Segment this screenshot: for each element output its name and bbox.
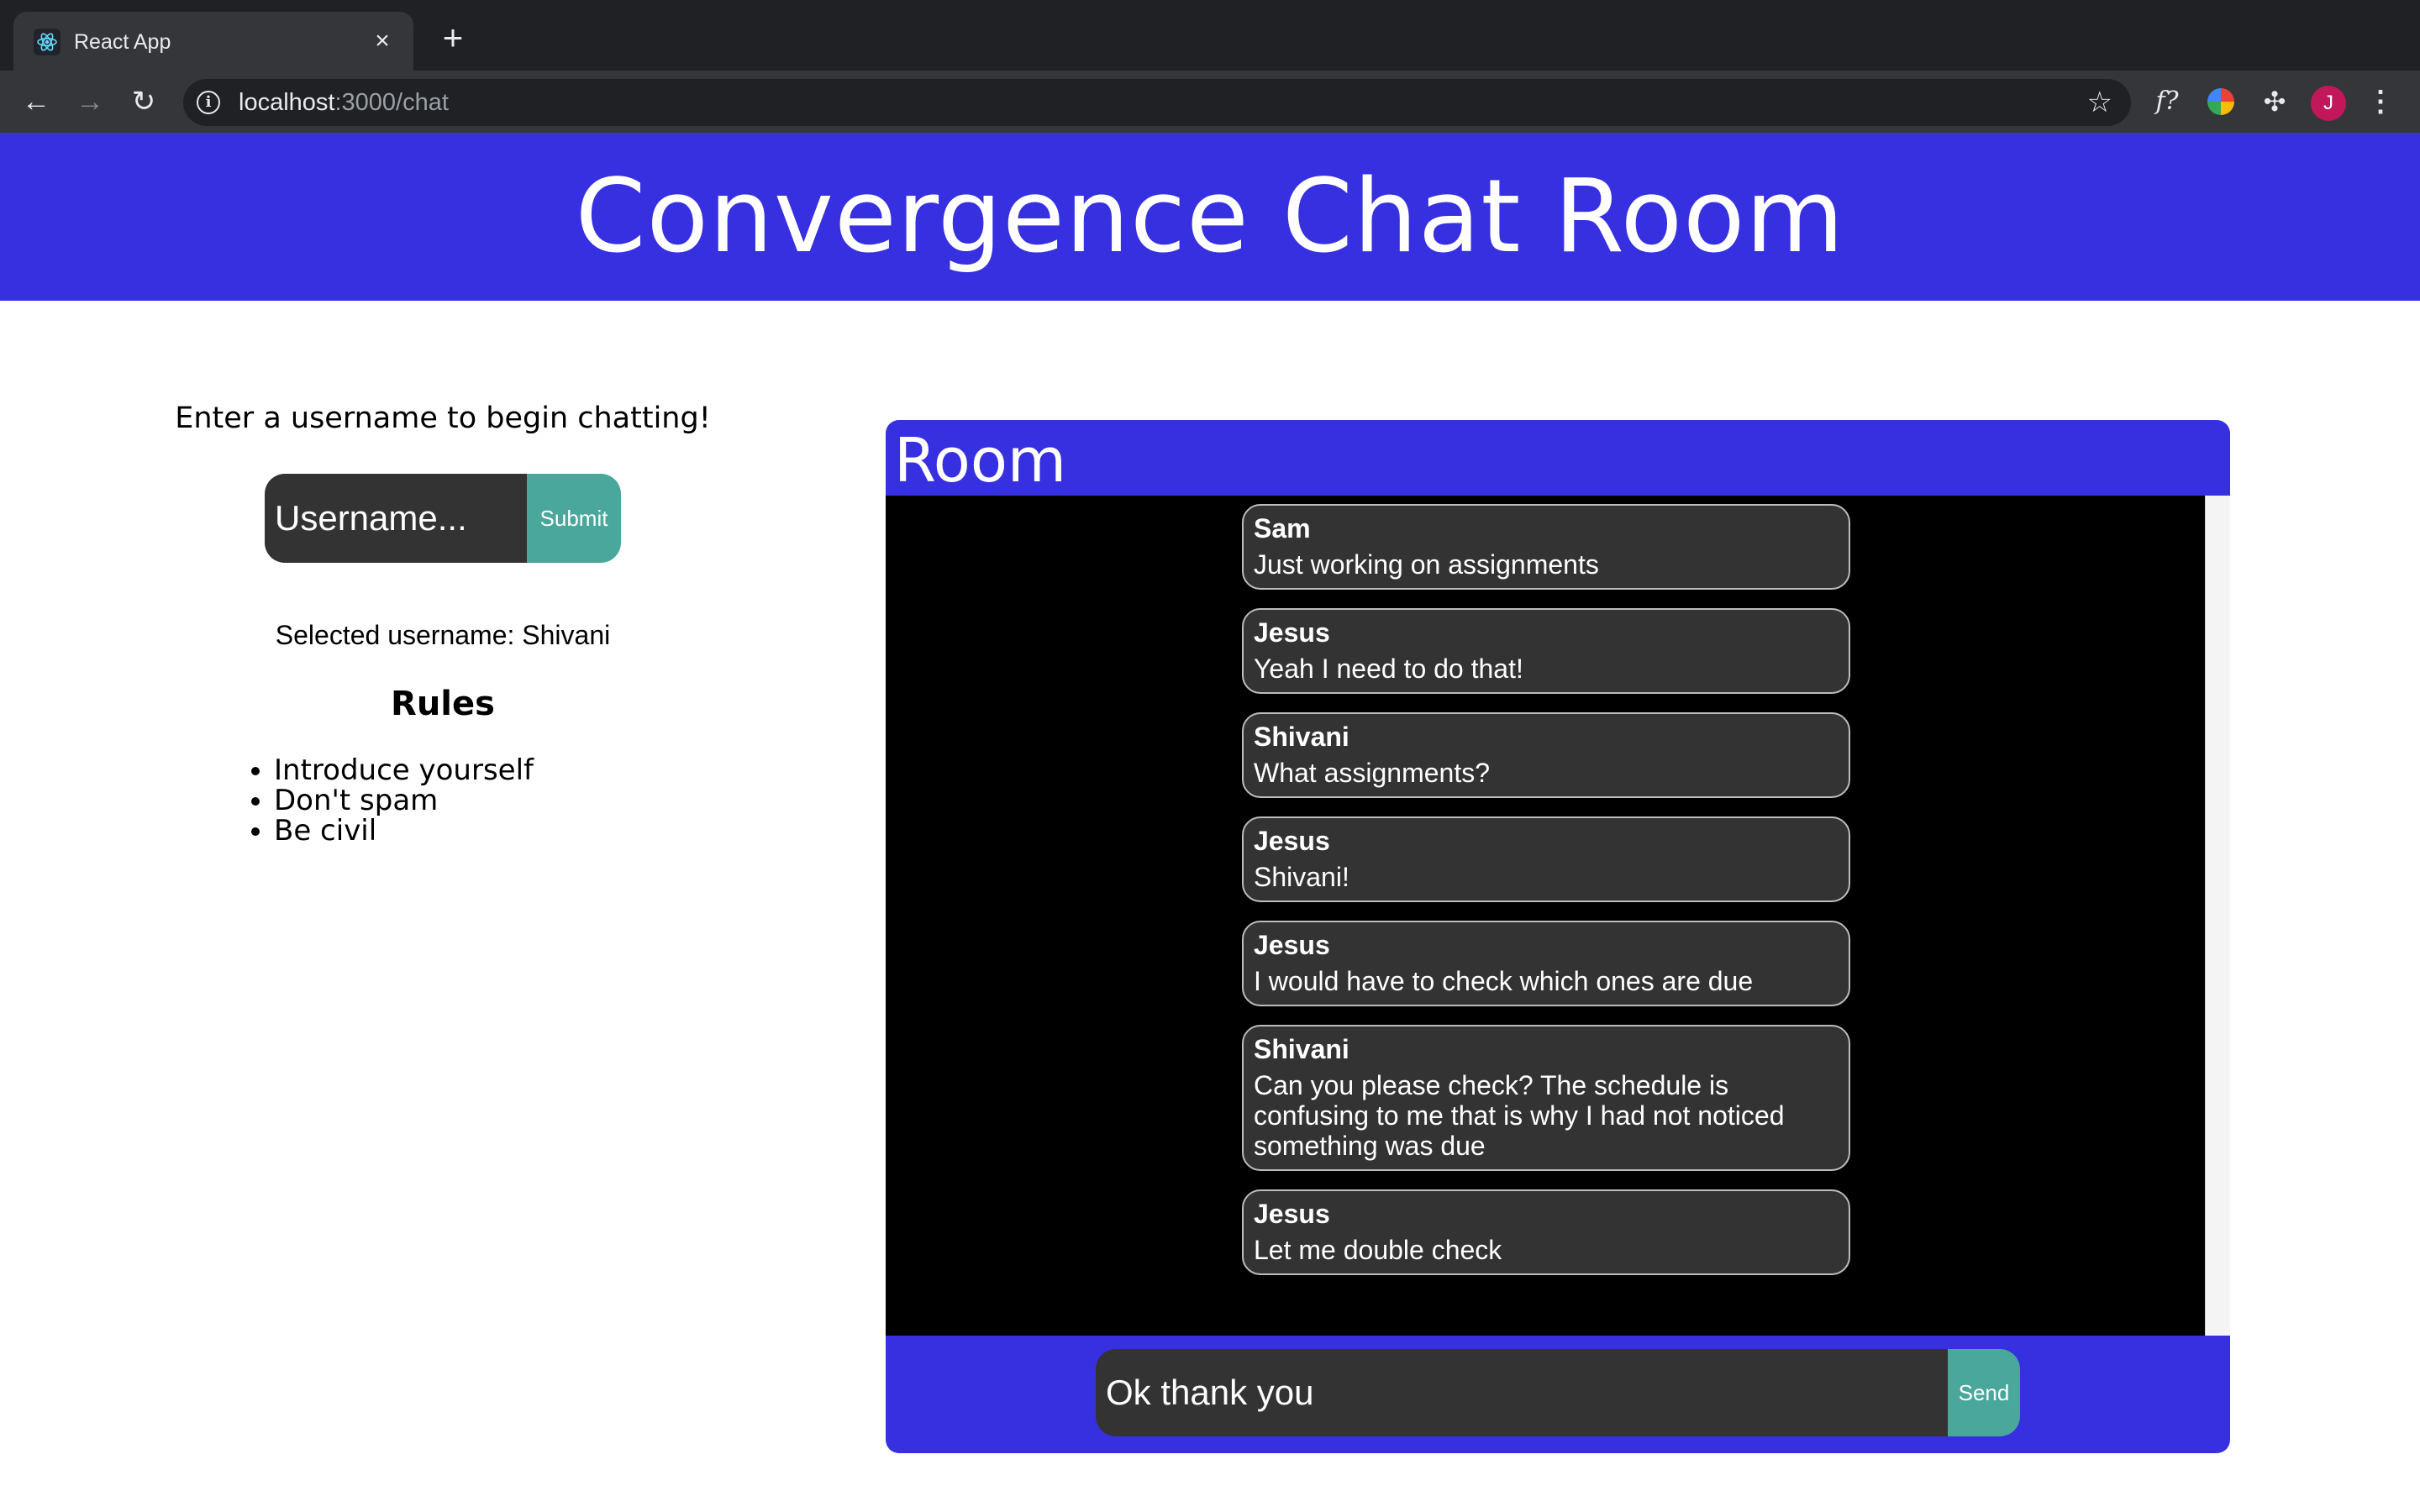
rule-item: Be civil <box>274 816 785 846</box>
avatar[interactable]: J <box>2311 86 2346 121</box>
message-text: What assignments? <box>1254 758 1491 788</box>
rules-list: Introduce yourself Don't spam Be civil <box>255 755 785 846</box>
username-prompt: Enter a username to begin chatting! <box>175 402 711 435</box>
message-bubble: Sam Just working on assignments <box>1242 504 1850 590</box>
message-bubble: Shivani What assignments? <box>1242 712 1850 798</box>
rules-title: Rules <box>391 685 495 723</box>
message-text: Shivani! <box>1254 862 1349 892</box>
message-author: Jesus <box>1254 826 1330 856</box>
forward-arrow-icon[interactable]: → <box>71 82 109 121</box>
chat-room: Room Sam Just working on assignments Jes… <box>886 420 2230 1453</box>
message-author: Jesus <box>1254 930 1330 960</box>
message-author: Shivani <box>1254 722 1349 752</box>
message-scrollbar[interactable] <box>2205 496 2230 1336</box>
message-list: Sam Just working on assignments Jesus Ye… <box>1242 504 1850 1294</box>
message-author: Sam <box>1254 513 1311 543</box>
star-icon[interactable]: ☆ <box>2087 86 2112 119</box>
info-icon[interactable]: i <box>197 91 220 114</box>
submit-button[interactable]: Submit <box>527 474 621 563</box>
message-bubble: Jesus Yeah I need to do that! <box>1242 608 1850 694</box>
browser-toolbar: ← → ↻ i localhost:3000/chat ☆ f? ✣ J ⋮ <box>0 71 2420 133</box>
message-bubble: Jesus I would have to check which ones a… <box>1242 921 1850 1006</box>
message-bubble: Jesus Let me double check <box>1242 1189 1850 1275</box>
message-input[interactable] <box>1096 1349 1953 1436</box>
back-arrow-icon[interactable]: ← <box>17 82 55 121</box>
message-area: Sam Just working on assignments Jesus Ye… <box>886 496 2230 1336</box>
message-text: Can you please check? The schedule is co… <box>1254 1070 1785 1161</box>
message-text: I would have to check which ones are due <box>1254 966 1754 996</box>
message-author: Shivani <box>1254 1034 1349 1064</box>
message-bubble: Jesus Shivani! <box>1242 816 1850 902</box>
send-bar: Send <box>886 1336 2230 1453</box>
rule-item: Introduce yourself <box>274 755 785 785</box>
close-icon[interactable]: × <box>366 25 398 57</box>
message-text: Yeah I need to do that! <box>1254 654 1523 684</box>
page-header: Convergence Chat Room <box>0 133 2420 301</box>
message-author: Jesus <box>1254 617 1330 648</box>
message-author: Jesus <box>1254 1199 1330 1229</box>
plus-icon[interactable]: + <box>435 20 471 57</box>
username-input[interactable] <box>265 474 530 563</box>
send-button[interactable]: Send <box>1948 1349 2020 1436</box>
username-panel: Enter a username to begin chatting! Subm… <box>101 402 785 846</box>
menu-dots-icon[interactable]: ⋮ <box>2366 84 2395 119</box>
color-wheel-icon[interactable] <box>2203 84 2238 119</box>
message-text: Let me double check <box>1254 1235 1502 1265</box>
tab-react-app[interactable]: React App × <box>13 12 413 71</box>
rule-item: Don't spam <box>274 785 785 816</box>
message-text: Just working on assignments <box>1254 549 1599 580</box>
address-bar[interactable]: i localhost:3000/chat ☆ <box>183 79 2131 126</box>
browser-chrome: React App × + ← → ↻ i localhost:3000/cha… <box>0 0 2420 133</box>
url-text[interactable]: localhost:3000/chat <box>239 87 449 118</box>
page-title: Convergence Chat Room <box>575 158 1845 276</box>
react-logo-icon <box>34 29 60 55</box>
tab-title: React App <box>74 30 171 54</box>
puzzle-icon[interactable]: ✣ <box>2257 84 2292 119</box>
ext-f-icon[interactable]: f? <box>2149 84 2185 119</box>
selected-username: Selected username: Shivani <box>275 620 611 650</box>
username-form: Submit <box>265 474 621 563</box>
page: Convergence Chat Room Enter a username t… <box>0 133 2420 1512</box>
tab-strip: React App × + <box>0 0 2420 71</box>
room-title: Room <box>894 425 1067 496</box>
reload-icon[interactable]: ↻ <box>124 82 163 121</box>
message-bubble: Shivani Can you please check? The schedu… <box>1242 1025 1850 1171</box>
